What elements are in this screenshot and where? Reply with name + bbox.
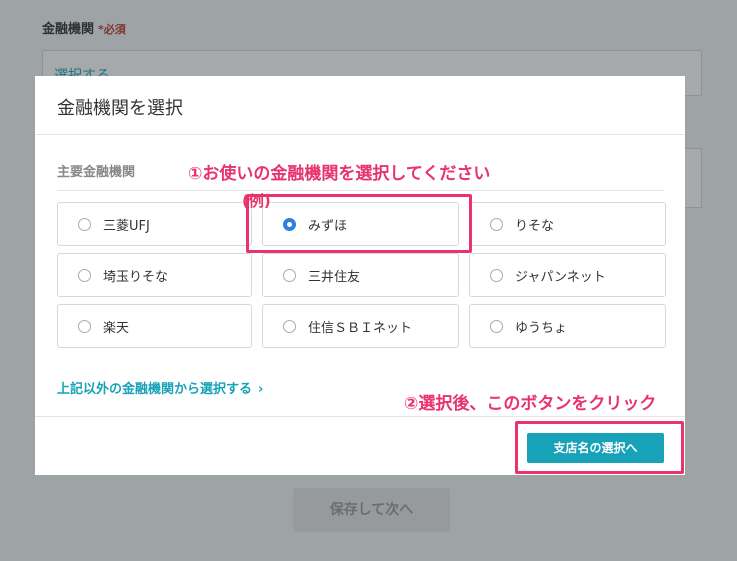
bank-option-sbi[interactable]: 住信ＳＢＩネット xyxy=(262,304,459,348)
bank-option-smbc[interactable]: 三井住友 xyxy=(262,253,459,297)
radio-icon[interactable] xyxy=(490,217,503,231)
chevron-right-icon: › xyxy=(258,382,264,397)
radio-icon[interactable] xyxy=(78,319,91,333)
section-divider xyxy=(57,190,664,191)
annotation-step2: ②選択後、このボタンをクリック xyxy=(404,394,657,414)
bank-option-label: ゆうちょ xyxy=(515,320,568,336)
radio-icon[interactable] xyxy=(78,268,91,282)
radio-icon[interactable] xyxy=(283,268,296,282)
bank-option-label: 埼玉りそな xyxy=(103,269,169,285)
annotation-highlight-box-option xyxy=(246,194,472,253)
bank-option-label: 三井住友 xyxy=(308,269,361,285)
bank-option-saitama-resona[interactable]: 埼玉りそな xyxy=(57,253,252,297)
modal-title: 金融機関を選択 xyxy=(35,76,685,135)
bank-option-resona[interactable]: りそな xyxy=(469,202,666,246)
bank-option-label: ジャパンネット xyxy=(515,269,606,285)
bank-select-modal: 金融機関を選択 主要金融機関 三菱UFJ みずほ りそな 埼玉りそな 三井住友 … xyxy=(35,76,685,475)
bank-option-label: りそな xyxy=(515,218,555,234)
radio-icon[interactable] xyxy=(490,268,503,282)
bank-option-mufg[interactable]: 三菱UFJ xyxy=(57,202,252,246)
other-bank-link[interactable]: 上記以外の金融機関から選択する › xyxy=(57,378,263,397)
section-label: 主要金融機関 xyxy=(57,165,136,180)
bank-option-label: 楽天 xyxy=(103,320,130,336)
bank-option-label: 住信ＳＢＩネット xyxy=(308,320,413,336)
radio-icon[interactable] xyxy=(78,217,91,231)
bank-option-japannet[interactable]: ジャパンネット xyxy=(469,253,666,297)
radio-icon[interactable] xyxy=(490,319,503,333)
bank-option-label: 三菱UFJ xyxy=(103,218,150,234)
annotation-highlight-box-button xyxy=(515,421,684,474)
bank-option-rakuten[interactable]: 楽天 xyxy=(57,304,252,348)
annotation-step1: ①お使いの金融機関を選択してください xyxy=(188,164,491,184)
bank-option-yucho[interactable]: ゆうちょ xyxy=(469,304,666,348)
radio-icon[interactable] xyxy=(283,319,296,333)
